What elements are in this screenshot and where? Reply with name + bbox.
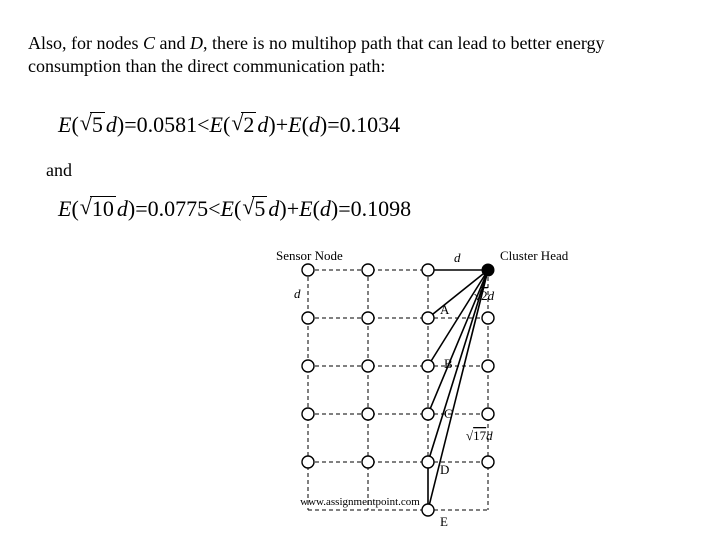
- para1-D: D: [190, 33, 203, 53]
- eq2-v1: 0.0775: [148, 196, 209, 222]
- eq1-lp2: (: [223, 112, 230, 138]
- eq1-lt: <: [197, 112, 209, 138]
- eq1-s2: 2: [241, 112, 256, 137]
- eq2-E1: E: [58, 196, 71, 222]
- label-C: C: [444, 406, 453, 421]
- eq1-E3: E: [288, 112, 301, 138]
- para1-text-a: Also, for nodes: [28, 33, 143, 53]
- eq1-eq2: =: [327, 112, 339, 138]
- sqrt-icon: √5: [242, 196, 267, 221]
- eq1-rp1: ): [117, 112, 124, 138]
- eq2-lp2: (: [234, 196, 241, 222]
- eq2-s5: 5: [252, 196, 267, 221]
- eq1-v2: 0.1034: [340, 112, 401, 138]
- eq1-d2: d: [257, 112, 268, 138]
- eq2-d3: d: [320, 196, 331, 222]
- eq1-lp1: (: [71, 112, 78, 138]
- eq1-eq: =: [124, 112, 136, 138]
- sqrt-icon: √2: [231, 112, 256, 137]
- eq1-d3: d: [309, 112, 320, 138]
- eq1-v1: 0.0581: [137, 112, 198, 138]
- label-E: E: [440, 514, 448, 529]
- and-text: and: [46, 160, 72, 181]
- network-diagram: Sensor Node Cluster Head d d A B C D E √…: [248, 244, 608, 529]
- eq1-plus: +: [276, 112, 288, 138]
- equation-1: E ( √5 d ) = 0.0581 < E ( √2 d ) + E ( d…: [58, 112, 400, 138]
- eq2-rp1: ): [128, 196, 135, 222]
- label-A: A: [440, 302, 450, 317]
- eq2-lp1: (: [71, 196, 78, 222]
- eq1-d1: d: [106, 112, 117, 138]
- paragraph-1: Also, for nodes C and D, there is no mul…: [28, 32, 692, 79]
- label-B: B: [444, 356, 453, 371]
- eq2-v2: 0.1098: [351, 196, 412, 222]
- label-cluster-head: Cluster Head: [500, 248, 569, 263]
- eq1-rp2: ): [268, 112, 275, 138]
- footer-url: www.assignmentpoint.com: [0, 496, 720, 508]
- cluster-head-icon: [482, 264, 494, 276]
- eq2-d2: d: [268, 196, 279, 222]
- eq1-s5a: 5: [90, 112, 105, 137]
- eq1-E1: E: [58, 112, 71, 138]
- label-sqrt17d: √17d: [466, 428, 493, 443]
- eq2-E2: E: [221, 196, 234, 222]
- eq2-E3: E: [299, 196, 312, 222]
- label-D: D: [440, 462, 449, 477]
- eq2-lt: <: [208, 196, 220, 222]
- eq2-s10: 10: [90, 196, 116, 221]
- eq2-eq: =: [135, 196, 147, 222]
- para1-text-b: and: [155, 33, 190, 53]
- eq2-d1: d: [117, 196, 128, 222]
- label-sensor-node: Sensor Node: [276, 248, 343, 263]
- eq2-eq2: =: [338, 196, 350, 222]
- equation-2: E ( √10 d ) = 0.0775 < E ( √5 d ) + E ( …: [58, 196, 411, 222]
- eq2-lp3: (: [313, 196, 320, 222]
- label-d-left: d: [294, 286, 301, 301]
- eq1-E2: E: [210, 112, 223, 138]
- para1-C: C: [143, 33, 155, 53]
- sqrt-icon: √5: [80, 112, 105, 137]
- eq2-rp3: ): [331, 196, 338, 222]
- eq1-rp3: ): [320, 112, 327, 138]
- label-sqrt2d: √2d: [474, 288, 495, 303]
- eq2-plus: +: [287, 196, 299, 222]
- label-d-top: d: [454, 250, 461, 265]
- eq2-rp2: ): [279, 196, 286, 222]
- eq1-lp3: (: [302, 112, 309, 138]
- sqrt-icon: √10: [80, 196, 116, 221]
- page: Also, for nodes C and D, there is no mul…: [0, 0, 720, 540]
